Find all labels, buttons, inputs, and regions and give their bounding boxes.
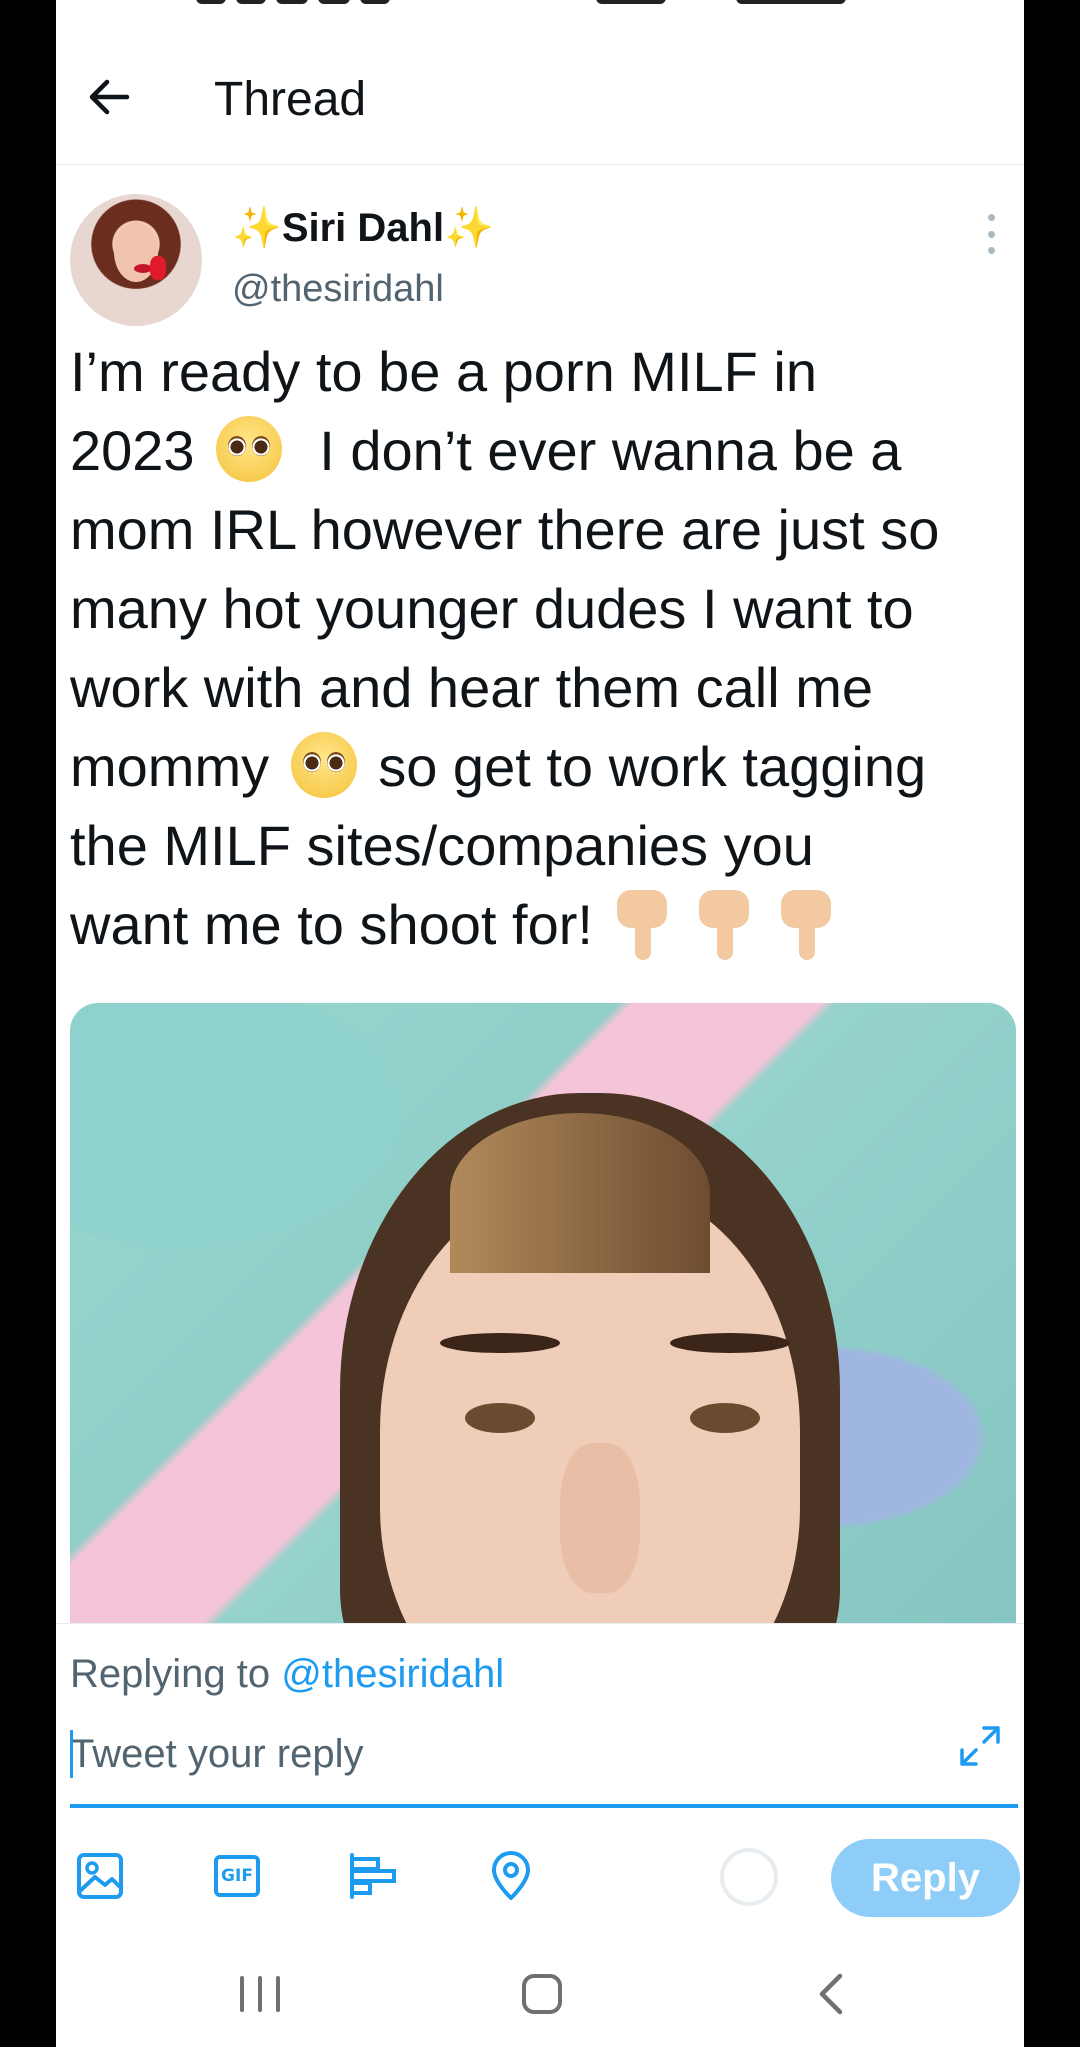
text-cursor xyxy=(70,1730,73,1778)
tweet-text-line: mommy xyxy=(70,735,270,798)
expand-icon xyxy=(960,1726,1000,1766)
tweet-text-line: I’m ready to be a porn MILF in xyxy=(70,340,818,403)
tweet-text: I’m ready to be a porn MILF in 2023 I do… xyxy=(70,332,1020,964)
input-underline xyxy=(70,1804,1018,1808)
location-icon xyxy=(492,1851,530,1900)
poll-icon xyxy=(350,1853,396,1899)
add-poll-button[interactable] xyxy=(346,1848,402,1904)
add-location-button[interactable] xyxy=(483,1848,539,1904)
sparkles-icon: ✨ xyxy=(444,206,494,250)
image-icon xyxy=(77,1853,123,1899)
expand-button[interactable] xyxy=(956,1722,1004,1770)
more-options-button[interactable] xyxy=(976,214,1006,254)
character-count-ring xyxy=(720,1848,778,1906)
avatar[interactable] xyxy=(70,194,202,326)
tweet-text-line: so get to work tagging xyxy=(378,735,927,798)
tweet-text-line: many hot younger dudes I want to xyxy=(70,577,914,640)
more-vertical-icon xyxy=(987,214,995,221)
reply-button[interactable]: Reply xyxy=(831,1839,1020,1917)
add-image-button[interactable] xyxy=(72,1848,128,1904)
home-button[interactable] xyxy=(522,1974,562,2014)
reply-input[interactable] xyxy=(70,1724,930,1784)
status-bar xyxy=(56,0,1024,14)
author-name-text: Siri Dahl xyxy=(281,206,445,250)
android-nav-bar xyxy=(56,1932,1024,2047)
author-display-name[interactable]: ✨Siri Dahl✨ xyxy=(232,204,494,251)
replying-to-label: Replying to xyxy=(70,1652,271,1696)
gif-icon: GIF xyxy=(214,1855,260,1897)
pointing-down-emoji-icon xyxy=(695,890,753,962)
tweet-text-line: mom IRL however there are just so xyxy=(70,498,940,561)
recent-apps-button[interactable] xyxy=(240,1976,280,2012)
pleading-face-emoji-icon xyxy=(290,732,357,798)
app-screen: Thread ✨Siri Dahl✨ @thesiridahl I’m read… xyxy=(56,0,1024,2047)
tweet-text-line: want me to shoot for! xyxy=(70,893,593,956)
replying-to-mention[interactable]: @thesiridahl xyxy=(281,1652,504,1696)
pointing-down-emoji-icon xyxy=(613,890,671,962)
tweet-text-line: work with and hear them call me xyxy=(70,656,874,719)
sparkles-icon: ✨ xyxy=(232,206,282,250)
recent-apps-icon xyxy=(240,1976,244,2012)
pointing-down-emoji-icon xyxy=(777,890,835,962)
pleading-face-emoji-icon xyxy=(216,416,283,482)
tweet-text-line: I don’t ever wanna be a xyxy=(319,419,902,482)
system-back-button[interactable] xyxy=(812,1972,852,2016)
chevron-left-icon xyxy=(819,1973,843,2015)
author-handle[interactable]: @thesiridahl xyxy=(232,268,444,311)
tweet-media-photo[interactable] xyxy=(70,1003,1016,1623)
page-title: Thread xyxy=(214,73,367,126)
arrow-left-icon xyxy=(89,79,130,115)
tweet-text-line: 2023 xyxy=(70,419,195,482)
tweet-text-line: the MILF sites/companies you xyxy=(70,814,814,877)
add-gif-button[interactable]: GIF xyxy=(209,1848,265,1904)
replying-to: Replying to @thesiridahl xyxy=(70,1652,504,1697)
thread-header: Thread xyxy=(56,14,1024,165)
back-button[interactable] xyxy=(82,70,136,124)
